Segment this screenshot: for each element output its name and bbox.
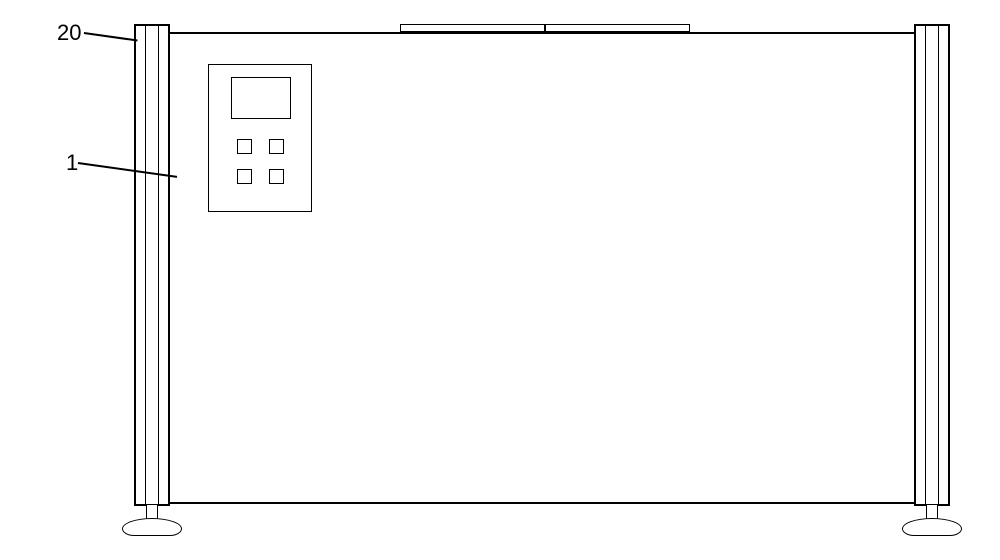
- foot-base: [122, 518, 182, 536]
- right-post-inner: [925, 24, 939, 506]
- callout-label-20: 20: [57, 20, 81, 46]
- panel-button-3: [237, 169, 252, 184]
- foot-base: [902, 518, 962, 536]
- control-panel: [208, 64, 312, 212]
- panel-button-1: [237, 139, 252, 154]
- left-post-inner: [145, 24, 159, 506]
- callout-label-1: 1: [66, 150, 78, 176]
- engineering-diagram: 20 1: [60, 10, 970, 550]
- top-rail-divider: [544, 24, 546, 32]
- panel-screen: [231, 77, 291, 119]
- panel-button-2: [269, 139, 284, 154]
- panel-button-4: [269, 169, 284, 184]
- leader-line-20: [84, 32, 138, 41]
- foot-right: [902, 504, 962, 540]
- foot-left: [122, 504, 182, 540]
